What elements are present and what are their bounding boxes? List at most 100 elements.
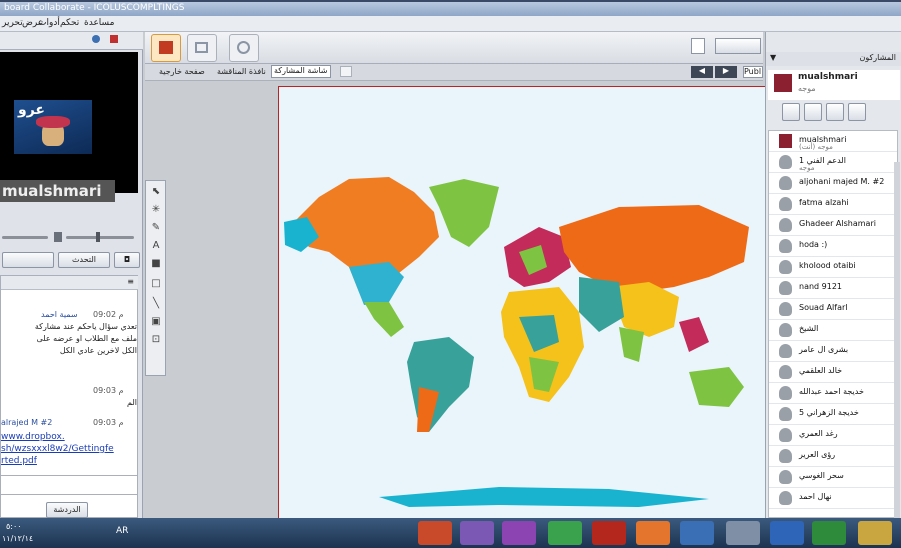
status-emoticon-icon[interactable] xyxy=(804,103,822,121)
video-settings-icon[interactable] xyxy=(92,35,100,43)
participant-row[interactable]: خالد العلقمي xyxy=(769,362,897,383)
participant-row[interactable]: nand 9121 xyxy=(769,278,897,299)
participant-row[interactable]: mualshmari موجه (أنت) xyxy=(769,131,897,152)
participant-row[interactable]: نهال احمد xyxy=(769,488,897,509)
prev-page-button[interactable]: ◀ xyxy=(691,66,713,78)
page-dropdown[interactable]: شاشة المشاركة xyxy=(271,65,331,78)
chat-time: 09:02 م xyxy=(93,310,124,319)
rectangle-tool-icon[interactable]: □ xyxy=(149,277,163,291)
pencil-tool-icon[interactable]: ✎ xyxy=(149,221,163,235)
menu-item-view[interactable]: عرض xyxy=(22,18,43,28)
menu-item-edit[interactable]: تحرير xyxy=(2,18,23,28)
whiteboard-button[interactable] xyxy=(151,34,181,62)
taskbar-acrobat-icon[interactable] xyxy=(592,521,626,545)
page-options-icon[interactable] xyxy=(340,66,352,77)
participant-row[interactable]: Souad Alfarl xyxy=(769,299,897,320)
participant-row[interactable]: خديجة احمد عبدالله xyxy=(769,383,897,404)
poll-icon[interactable] xyxy=(848,103,866,121)
participant-avatar-icon xyxy=(779,407,792,421)
page-tab[interactable]: صفحة خارجية xyxy=(159,67,205,76)
taskbar-firefox-icon[interactable] xyxy=(636,521,670,545)
fill-tool-icon[interactable]: ■ xyxy=(149,257,163,271)
participant-row[interactable]: خديجة الزهراني 5 xyxy=(769,404,897,425)
taskbar-media-icon[interactable] xyxy=(460,521,494,545)
clipart-tool-icon[interactable]: ⊡ xyxy=(149,333,163,347)
participant-row[interactable]: بشرى ال عامر xyxy=(769,341,897,362)
participant-row[interactable]: سحر الغوسي xyxy=(769,467,897,488)
taskbar-chrome-2-icon[interactable] xyxy=(680,521,714,545)
video-speaker-name: mualshmari xyxy=(0,180,115,202)
chat-link[interactable]: www.dropbox. xyxy=(1,432,65,442)
chat-author: سمية احمد xyxy=(41,310,78,319)
taskbar-chrome-icon[interactable] xyxy=(548,521,582,545)
image-tool-icon[interactable]: ▣ xyxy=(149,315,163,329)
stage-action-button[interactable] xyxy=(715,38,761,54)
language-indicator[interactable]: AR xyxy=(116,526,128,536)
participant-role: موجه (أنت) xyxy=(799,143,833,151)
taskbar-visual-studio-icon[interactable] xyxy=(502,521,536,545)
participant-row[interactable]: الدعم الفني 1 موجه xyxy=(769,152,897,173)
speaker-avatar: عرو xyxy=(14,100,92,154)
participant-row[interactable]: fatma alzahi xyxy=(769,194,897,215)
page-tab[interactable]: نافذة المناقشة xyxy=(217,67,266,76)
chat-link[interactable]: rted.pdf xyxy=(1,456,37,466)
talk-button[interactable]: التحدث xyxy=(58,252,110,268)
chat-header: ≡ xyxy=(1,276,138,290)
left-panel: عرو mualshmari التحدث ◘ ≡ 09:02 م سمية ا… xyxy=(0,32,143,518)
collapse-icon[interactable]: ▼ xyxy=(770,53,776,62)
text-tool-icon[interactable]: A xyxy=(149,239,163,253)
whiteboard-icon xyxy=(159,41,173,54)
audio-button[interactable] xyxy=(2,252,54,268)
video-mute-icon[interactable] xyxy=(110,35,118,43)
participant-avatar-icon xyxy=(779,134,792,148)
next-page-button[interactable]: ▶ xyxy=(715,66,737,78)
participant-row[interactable]: hoda :) xyxy=(769,236,897,257)
participant-avatar-icon xyxy=(779,323,792,337)
participants-header: ▼ المشاركون xyxy=(766,52,901,66)
speaker-volume-slider[interactable] xyxy=(66,236,134,239)
whiteboard-canvas[interactable] xyxy=(278,86,766,519)
stage-settings-icon[interactable] xyxy=(691,38,705,54)
chat-input[interactable] xyxy=(0,475,138,495)
participant-row[interactable]: aljohani majed M. #2 xyxy=(769,173,897,194)
taskbar-paint-icon[interactable] xyxy=(726,521,760,545)
participant-row[interactable]: الشيخ xyxy=(769,320,897,341)
left-panel-tabs: الدردشة xyxy=(0,502,140,518)
chat-message-text: الكل لاخرين عادي الكل xyxy=(59,346,137,355)
participant-avatar-icon xyxy=(779,470,792,484)
web-tour-button[interactable] xyxy=(229,34,259,62)
taskbar-powerpoint-icon[interactable] xyxy=(418,521,452,545)
participant-row[interactable]: kholood otaibi xyxy=(769,257,897,278)
chat-link[interactable]: sh/wzsxxxl8w2/Gettingfe xyxy=(1,444,114,454)
speaker-icon xyxy=(54,232,62,242)
menu-item-control[interactable]: تحكم xyxy=(60,18,79,28)
taskbar-excel-icon[interactable] xyxy=(812,521,846,545)
volume-slider-thumb[interactable] xyxy=(96,232,100,242)
world-map xyxy=(279,87,766,519)
page-label[interactable]: Publ xyxy=(743,66,763,78)
select-tool-icon[interactable]: ⬉ xyxy=(149,185,163,199)
taskbar-word-icon[interactable] xyxy=(770,521,804,545)
participants-scrollbar[interactable] xyxy=(894,162,900,518)
participant-name: kholood otaibi xyxy=(799,261,856,270)
pointer-tool-icon[interactable]: ✳ xyxy=(149,203,163,217)
status-away-icon[interactable] xyxy=(782,103,800,121)
participant-name: رغد العمري xyxy=(799,429,838,438)
app-share-button[interactable] xyxy=(187,34,217,62)
volume-controls xyxy=(0,229,140,245)
video-toggle-button[interactable]: ◘ xyxy=(114,252,140,268)
tab-chat[interactable]: الدردشة xyxy=(46,502,88,518)
mic-volume-slider[interactable] xyxy=(2,236,48,239)
participant-avatar-icon xyxy=(779,491,792,505)
participant-row[interactable]: رؤى العرير xyxy=(769,446,897,467)
raise-hand-icon[interactable] xyxy=(826,103,844,121)
chat-menu-icon[interactable]: ≡ xyxy=(127,277,134,286)
line-tool-icon[interactable]: ╲ xyxy=(149,297,163,311)
chat-message-text: الم xyxy=(127,398,137,407)
participant-row[interactable]: رغد العمري xyxy=(769,425,897,446)
participant-row[interactable]: Ghadeer Alshamari xyxy=(769,215,897,236)
chat-message-text: تعدي سؤال ياحكم عند مشاركة xyxy=(34,322,137,331)
menu-item-help[interactable]: مساعدة xyxy=(84,18,114,28)
taskbar-explorer-icon[interactable] xyxy=(858,521,892,545)
video-feed: عرو mualshmari xyxy=(0,52,138,202)
